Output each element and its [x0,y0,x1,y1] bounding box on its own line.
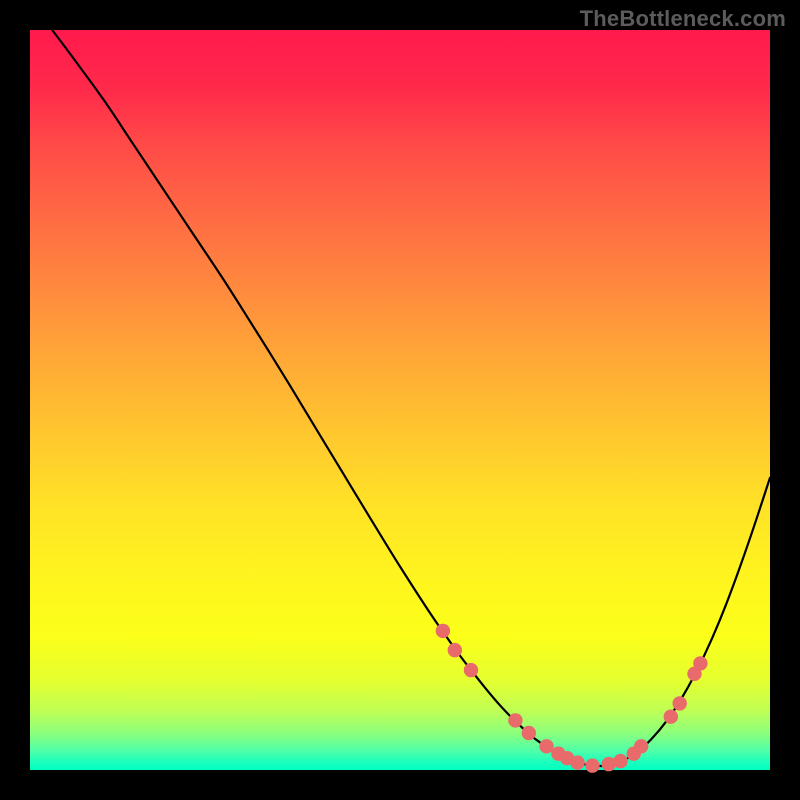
data-point-marker [522,726,536,740]
data-point-marker [436,624,450,638]
data-point-marker [539,739,553,753]
data-point-marker [613,754,627,768]
chart-frame: TheBottleneck.com [0,0,800,800]
data-point-marker [693,656,707,670]
data-point-marker [508,713,522,727]
markers-group [436,624,708,773]
attribution-label: TheBottleneck.com [580,6,786,32]
chart-svg [30,30,770,770]
data-point-marker [585,758,599,772]
data-point-marker [673,696,687,710]
data-point-marker [448,643,462,657]
data-point-marker [634,739,648,753]
plot-area [30,30,770,770]
data-point-marker [664,710,678,724]
data-point-marker [464,663,478,677]
data-point-marker [570,755,584,769]
curve-line [52,30,770,766]
